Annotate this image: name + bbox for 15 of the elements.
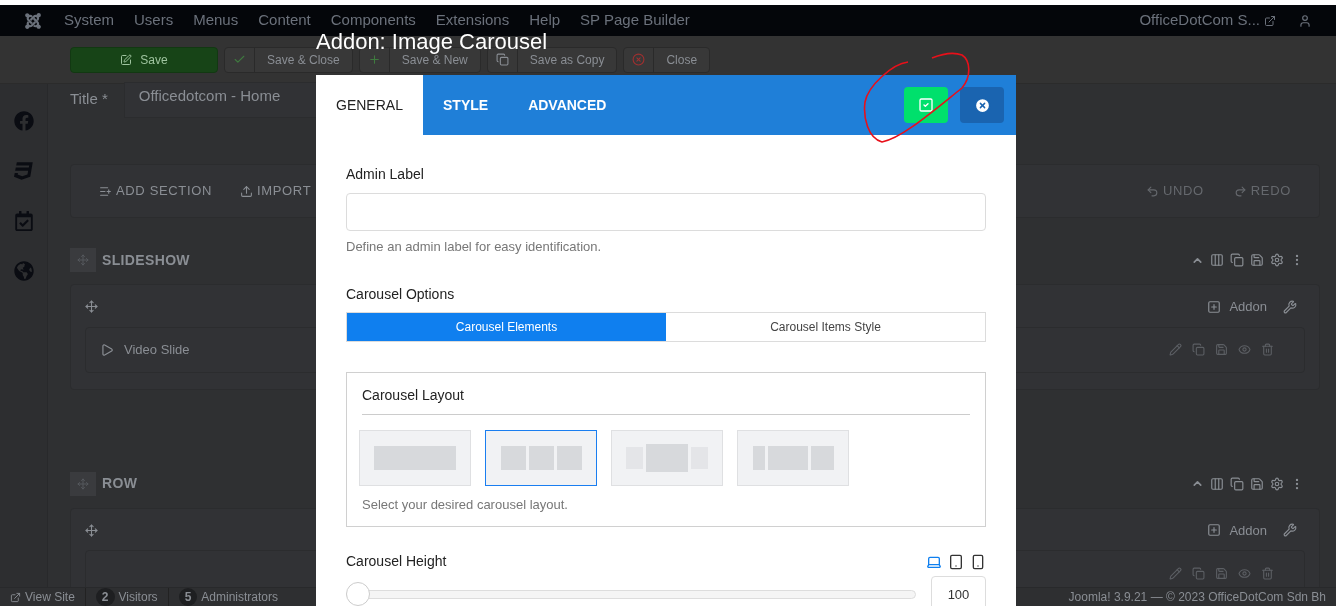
count-badge: 2: [95, 588, 115, 606]
help-text: Select your desired carousel layout.: [362, 495, 569, 514]
field-label: Carousel Options: [346, 284, 456, 304]
status-label: Administrators: [201, 589, 278, 606]
section-title: ROW: [102, 474, 138, 493]
field-label: Title *: [70, 89, 108, 109]
help-text: Define an admin label for easy identification.: [346, 238, 603, 256]
field-label: Carousel Layout: [362, 384, 970, 415]
addon-title: Video Slide: [124, 340, 190, 359]
status-label: Visitors: [118, 589, 158, 606]
section-title: SLIDESHOW: [102, 250, 190, 270]
count-badge: 5: [178, 588, 198, 606]
version-text: Joomla! 3.9.21 — © 2023 OfficeDotCom Sdn Bh: [1068, 589, 1326, 606]
field-label: Carousel Height: [346, 552, 447, 571]
field-label: Admin Label: [346, 165, 425, 184]
